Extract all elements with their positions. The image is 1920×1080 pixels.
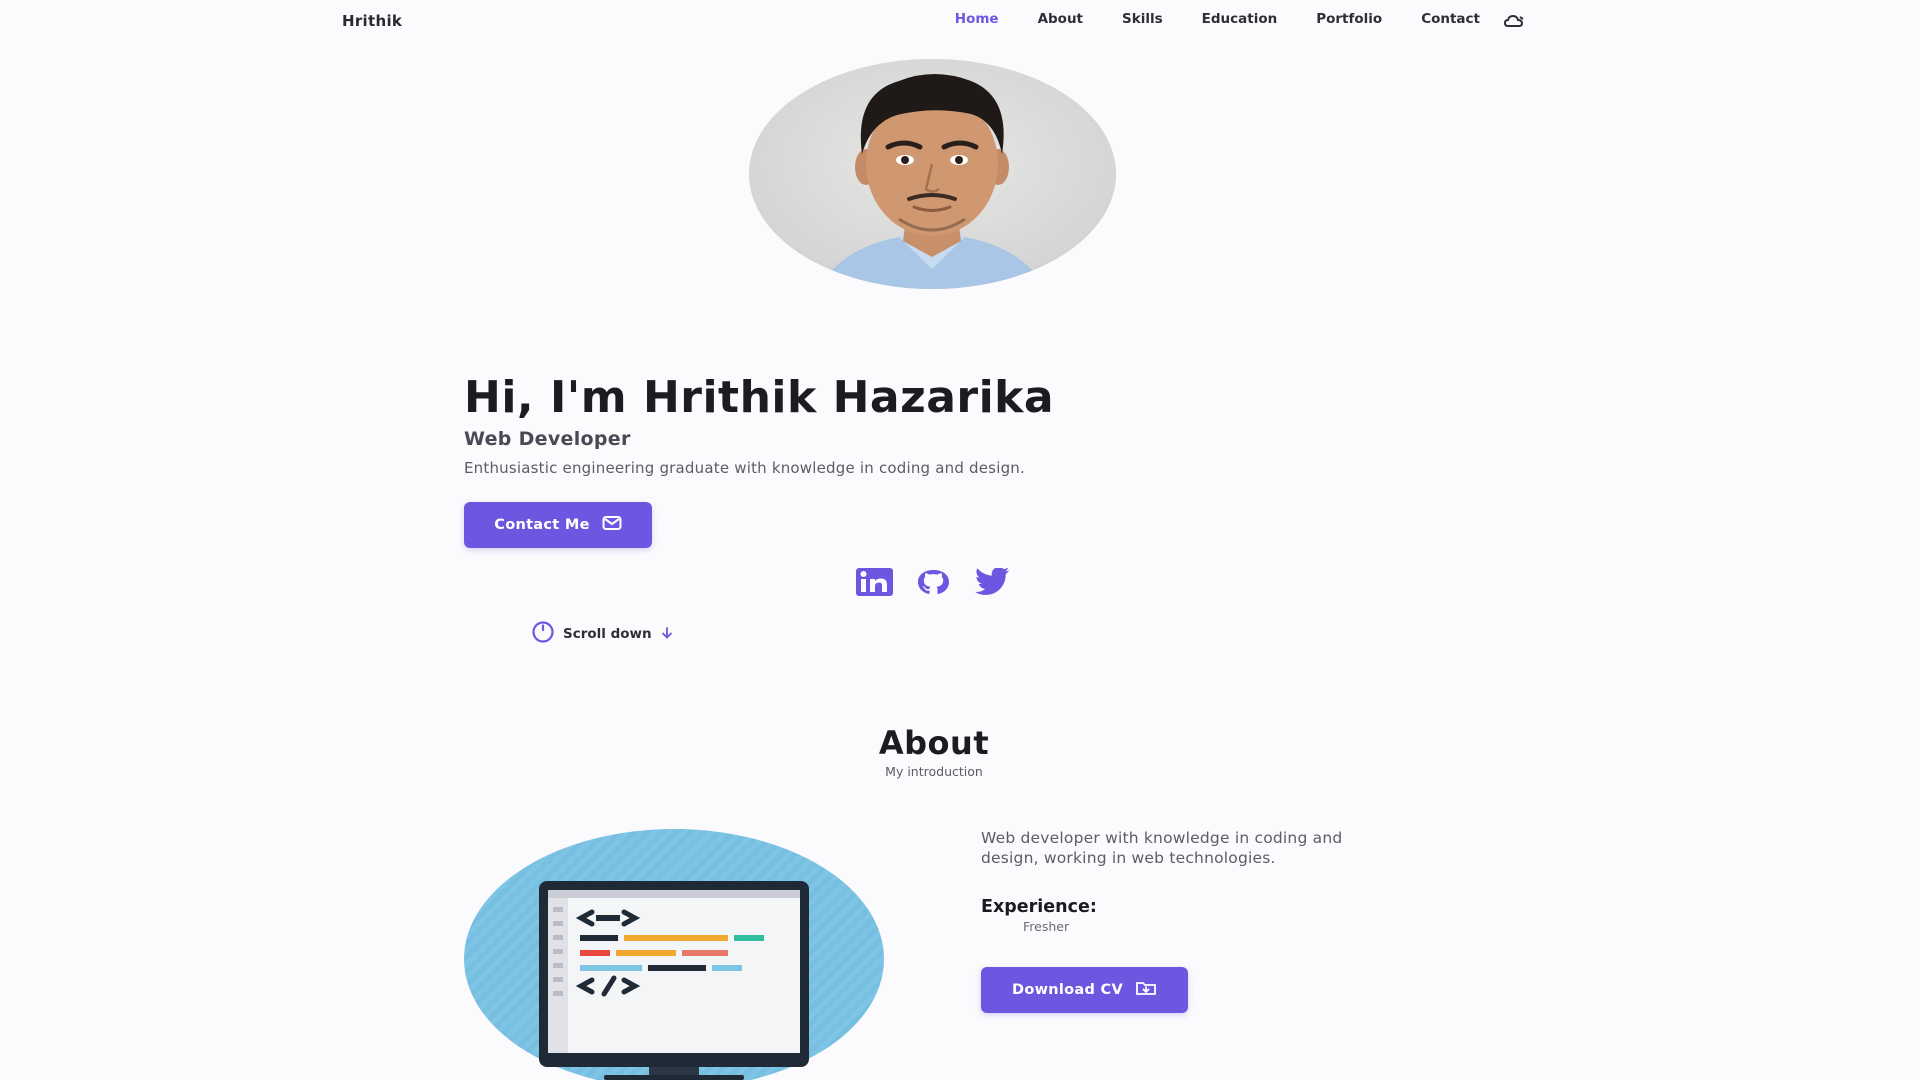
download-icon [1135,980,1157,1000]
nav-home[interactable]: Home [955,11,999,27]
scroll-down-link[interactable]: Scroll down [531,621,674,647]
scroll-down-label: Scroll down [563,626,652,642]
hero-title: Hi, I'm Hrithik Hazarika [464,372,1055,423]
about-section-title: About [878,724,990,762]
arrow-down-icon [660,625,674,644]
linkedin-icon[interactable] [856,568,893,596]
theme-toggle-icon[interactable] [1503,13,1527,31]
hero-description: Enthusiastic engineering graduate with k… [464,459,1025,477]
about-section-subtitle: My introduction [885,764,983,779]
download-cv-label: Download CV [1011,982,1124,998]
logo[interactable]: Hrithik [342,12,402,30]
social-links [856,567,1011,596]
nav-skills[interactable]: Skills [1122,11,1163,27]
main-nav: Home About Skills Education Portfolio Co… [955,11,1480,27]
site-header: Hrithik Home About Skills Education Port… [0,0,1920,44]
nav-about[interactable]: About [1038,11,1083,27]
avatar [749,59,1116,289]
experience-value: Fresher [1023,919,1070,934]
experience-label: Experience: [981,897,1097,917]
nav-education[interactable]: Education [1202,11,1278,27]
mail-icon [602,515,622,535]
code-monitor-illustration [464,829,884,1080]
nav-contact[interactable]: Contact [1421,11,1480,27]
nav-portfolio[interactable]: Portfolio [1316,11,1382,27]
hero-subtitle: Web Developer [464,428,631,450]
portfolio-page: Hrithik Home About Skills Education Port… [0,0,1920,1080]
github-icon[interactable] [915,568,952,596]
about-description: Web developer with knowledge in coding a… [981,829,1343,867]
download-cv-button[interactable]: Download CV [981,967,1188,1013]
contact-me-button[interactable]: Contact Me [464,502,652,548]
mouse-icon [531,621,555,647]
twitter-icon[interactable] [974,567,1011,596]
contact-me-label: Contact Me [494,517,590,533]
